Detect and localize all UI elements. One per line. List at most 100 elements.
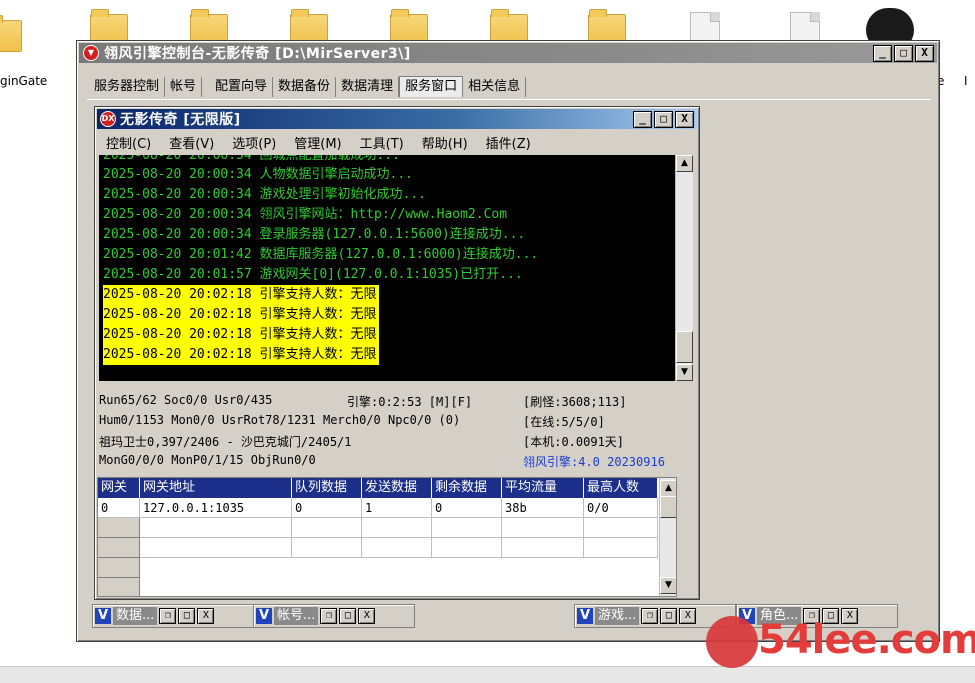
maximize-button[interactable]: □ — [178, 608, 196, 624]
menu-plugins[interactable]: 插件(Z) — [477, 135, 540, 155]
scroll-thumb[interactable] — [676, 331, 693, 363]
table-cell[interactable]: 127.0.0.1:1035 — [140, 498, 292, 518]
server-logo-icon: DX — [100, 111, 116, 127]
tab-account[interactable]: 帐号 — [165, 77, 203, 97]
log-line: 2025-08-20 20:00:34 游戏处理引擎初始化成功... — [103, 187, 427, 202]
status-online: [在线:5/5/0] — [523, 415, 605, 429]
server-minimize-button[interactable]: _ — [633, 111, 652, 128]
table-cell-empty[interactable] — [432, 518, 502, 538]
table-cell-empty[interactable] — [140, 538, 292, 558]
table-cell-empty[interactable] — [502, 518, 584, 538]
scroll-down-icon[interactable]: ▼ — [676, 364, 693, 381]
server-maximize-button[interactable]: □ — [654, 111, 673, 128]
menu-control[interactable]: 控制(C) — [97, 135, 160, 155]
table-cell[interactable]: 0 — [98, 498, 140, 518]
log-line-highlighted: 2025-08-20 20:02:18 引擎支持人数：无限 — [103, 305, 379, 325]
table-cell[interactable]: 0/0 — [584, 498, 658, 518]
table-cell-empty[interactable] — [292, 538, 362, 558]
server-window-title: 无影传奇 [无限版] — [120, 112, 241, 128]
close-button[interactable]: X — [358, 608, 376, 624]
col-header-gate[interactable]: 网关 — [98, 478, 140, 498]
main-tabs: 服务器控制 帐号 配置向导 数据备份 数据清理 服务窗口 相关信息 — [89, 76, 527, 97]
desktop-folder-icon[interactable] — [0, 15, 22, 52]
desktop-item-label[interactable]: ginGate — [0, 74, 47, 88]
menu-tools[interactable]: 工具(T) — [351, 135, 413, 155]
col-header-avg-traffic[interactable]: 平均流量 — [502, 478, 584, 498]
tab-data-backup[interactable]: 数据备份 — [273, 77, 337, 97]
col-header-sent[interactable]: 发送数据 — [362, 478, 432, 498]
restore-button[interactable]: ❐ — [320, 608, 338, 624]
scroll-down-icon[interactable]: ▼ — [660, 577, 676, 594]
menu-view[interactable]: 查看(V) — [160, 135, 223, 155]
log-line-highlighted: 2025-08-20 20:02:18 引擎支持人数：无限 — [103, 325, 379, 345]
log-scrollbar[interactable]: ▲ ▼ — [675, 155, 693, 381]
status-version: 翎风引擎:4.0 20230916 — [523, 455, 665, 469]
tab-related-info[interactable]: 相关信息 — [463, 77, 527, 97]
main-titlebar[interactable]: ▼ 翎风引擎控制台-无影传奇 [D:\MirServer3\] _ □ X — [79, 43, 937, 63]
table-cell-empty[interactable] — [362, 518, 432, 538]
status-hum: Hum0/1153 Mon0/0 UsrRot78/1231 Merch0/0 … — [99, 413, 461, 427]
maximize-button[interactable]: □ — [894, 45, 913, 62]
server-titlebar[interactable]: DX 无影传奇 [无限版] _ □ X — [97, 109, 697, 129]
close-button[interactable]: X — [197, 608, 215, 624]
minimized-window-account[interactable]: V 帐号... ❐ □ X — [253, 604, 415, 628]
minimized-window-data[interactable]: V 数据... ❐ □ X — [92, 604, 254, 628]
scroll-up-icon[interactable]: ▲ — [660, 480, 676, 497]
app-logo-icon: ▼ — [83, 45, 99, 61]
minimized-title: 游戏... — [595, 607, 640, 625]
gate-table[interactable]: 网关 网关地址 队列数据 发送数据 剩余数据 平均流量 最高人数 0 127.0… — [97, 477, 677, 597]
table-cell[interactable]: 38b — [502, 498, 584, 518]
col-header-queue[interactable]: 队列数据 — [292, 478, 362, 498]
server-close-button[interactable]: X — [675, 111, 694, 128]
log-line: 2025-08-20 20:01:57 游戏网关[0](127.0.0.1:10… — [103, 267, 523, 282]
table-scrollbar[interactable]: ▲ ▼ — [659, 478, 676, 596]
tab-service-window[interactable]: 服务窗口 — [399, 76, 464, 97]
table-cell-empty[interactable] — [502, 538, 584, 558]
status-refresh: [刷怪:3608;113] — [523, 395, 627, 409]
menu-manage[interactable]: 管理(M) — [285, 135, 350, 155]
table-cell-empty[interactable] — [584, 518, 658, 538]
table-row-header[interactable] — [98, 578, 140, 596]
table-cell[interactable]: 0 — [292, 498, 362, 518]
col-header-max-users[interactable]: 最高人数 — [584, 478, 658, 498]
table-cell[interactable]: 0 — [432, 498, 502, 518]
table-row-header[interactable] — [98, 518, 140, 538]
maximize-button[interactable]: □ — [660, 608, 678, 624]
minimized-title: 数据... — [113, 607, 158, 625]
menu-options[interactable]: 选项(P) — [223, 135, 285, 155]
close-button[interactable]: X — [679, 608, 697, 624]
maximize-button[interactable]: □ — [339, 608, 357, 624]
tab-data-clean[interactable]: 数据清理 — [336, 77, 400, 97]
table-row-header[interactable] — [98, 538, 140, 558]
scroll-thumb[interactable] — [660, 496, 676, 518]
tab-config-wizard[interactable]: 配置向导 — [210, 77, 274, 97]
minimized-title: 帐号... — [274, 607, 319, 625]
close-button[interactable]: X — [915, 45, 934, 62]
table-cell-empty[interactable] — [362, 538, 432, 558]
log-line: 2025-08-20 20:00:34 登录服务器(127.0.0.1:5600… — [103, 227, 526, 242]
table-cell-empty[interactable] — [292, 518, 362, 538]
app-v-icon: V — [577, 608, 593, 624]
table-cell-empty[interactable] — [432, 538, 502, 558]
status-local: [本机:0.0091天] — [523, 435, 625, 449]
log-line-highlighted: 2025-08-20 20:02:18 引擎支持人数：无限 — [103, 345, 379, 365]
log-line: 2025-08-20 20:00:34 翎风引擎网站：http://www.Ha… — [103, 207, 508, 222]
menu-help[interactable]: 帮助(H) — [413, 135, 477, 155]
table-cell[interactable]: 1 — [362, 498, 432, 518]
server-window: DX 无影传奇 [无限版] _ □ X 控制(C) 查看(V) 选项(P) 管理… — [94, 106, 700, 600]
desktop-item-label[interactable]: I — [964, 74, 968, 88]
log-line: 2025-08-20 20:00:34 人物数据引擎启动成功... — [103, 167, 414, 182]
col-header-remaining[interactable]: 剩余数据 — [432, 478, 502, 498]
log-line: 2025-08-20 20:01:42 数据库服务器(127.0.0.1:600… — [103, 247, 539, 262]
scroll-up-icon[interactable]: ▲ — [676, 155, 693, 172]
taskbar-strip — [0, 666, 975, 683]
table-cell-empty[interactable] — [584, 538, 658, 558]
table-row-header[interactable] — [98, 558, 140, 578]
col-header-address[interactable]: 网关地址 — [140, 478, 292, 498]
log-console[interactable]: 2025-08-20 20:00:34 回城点配置加载成功... 2025-08… — [99, 155, 677, 381]
restore-button[interactable]: ❐ — [641, 608, 659, 624]
minimize-button[interactable]: _ — [873, 45, 892, 62]
restore-button[interactable]: ❐ — [159, 608, 177, 624]
table-cell-empty[interactable] — [140, 518, 292, 538]
tab-server-control[interactable]: 服务器控制 — [89, 77, 166, 97]
